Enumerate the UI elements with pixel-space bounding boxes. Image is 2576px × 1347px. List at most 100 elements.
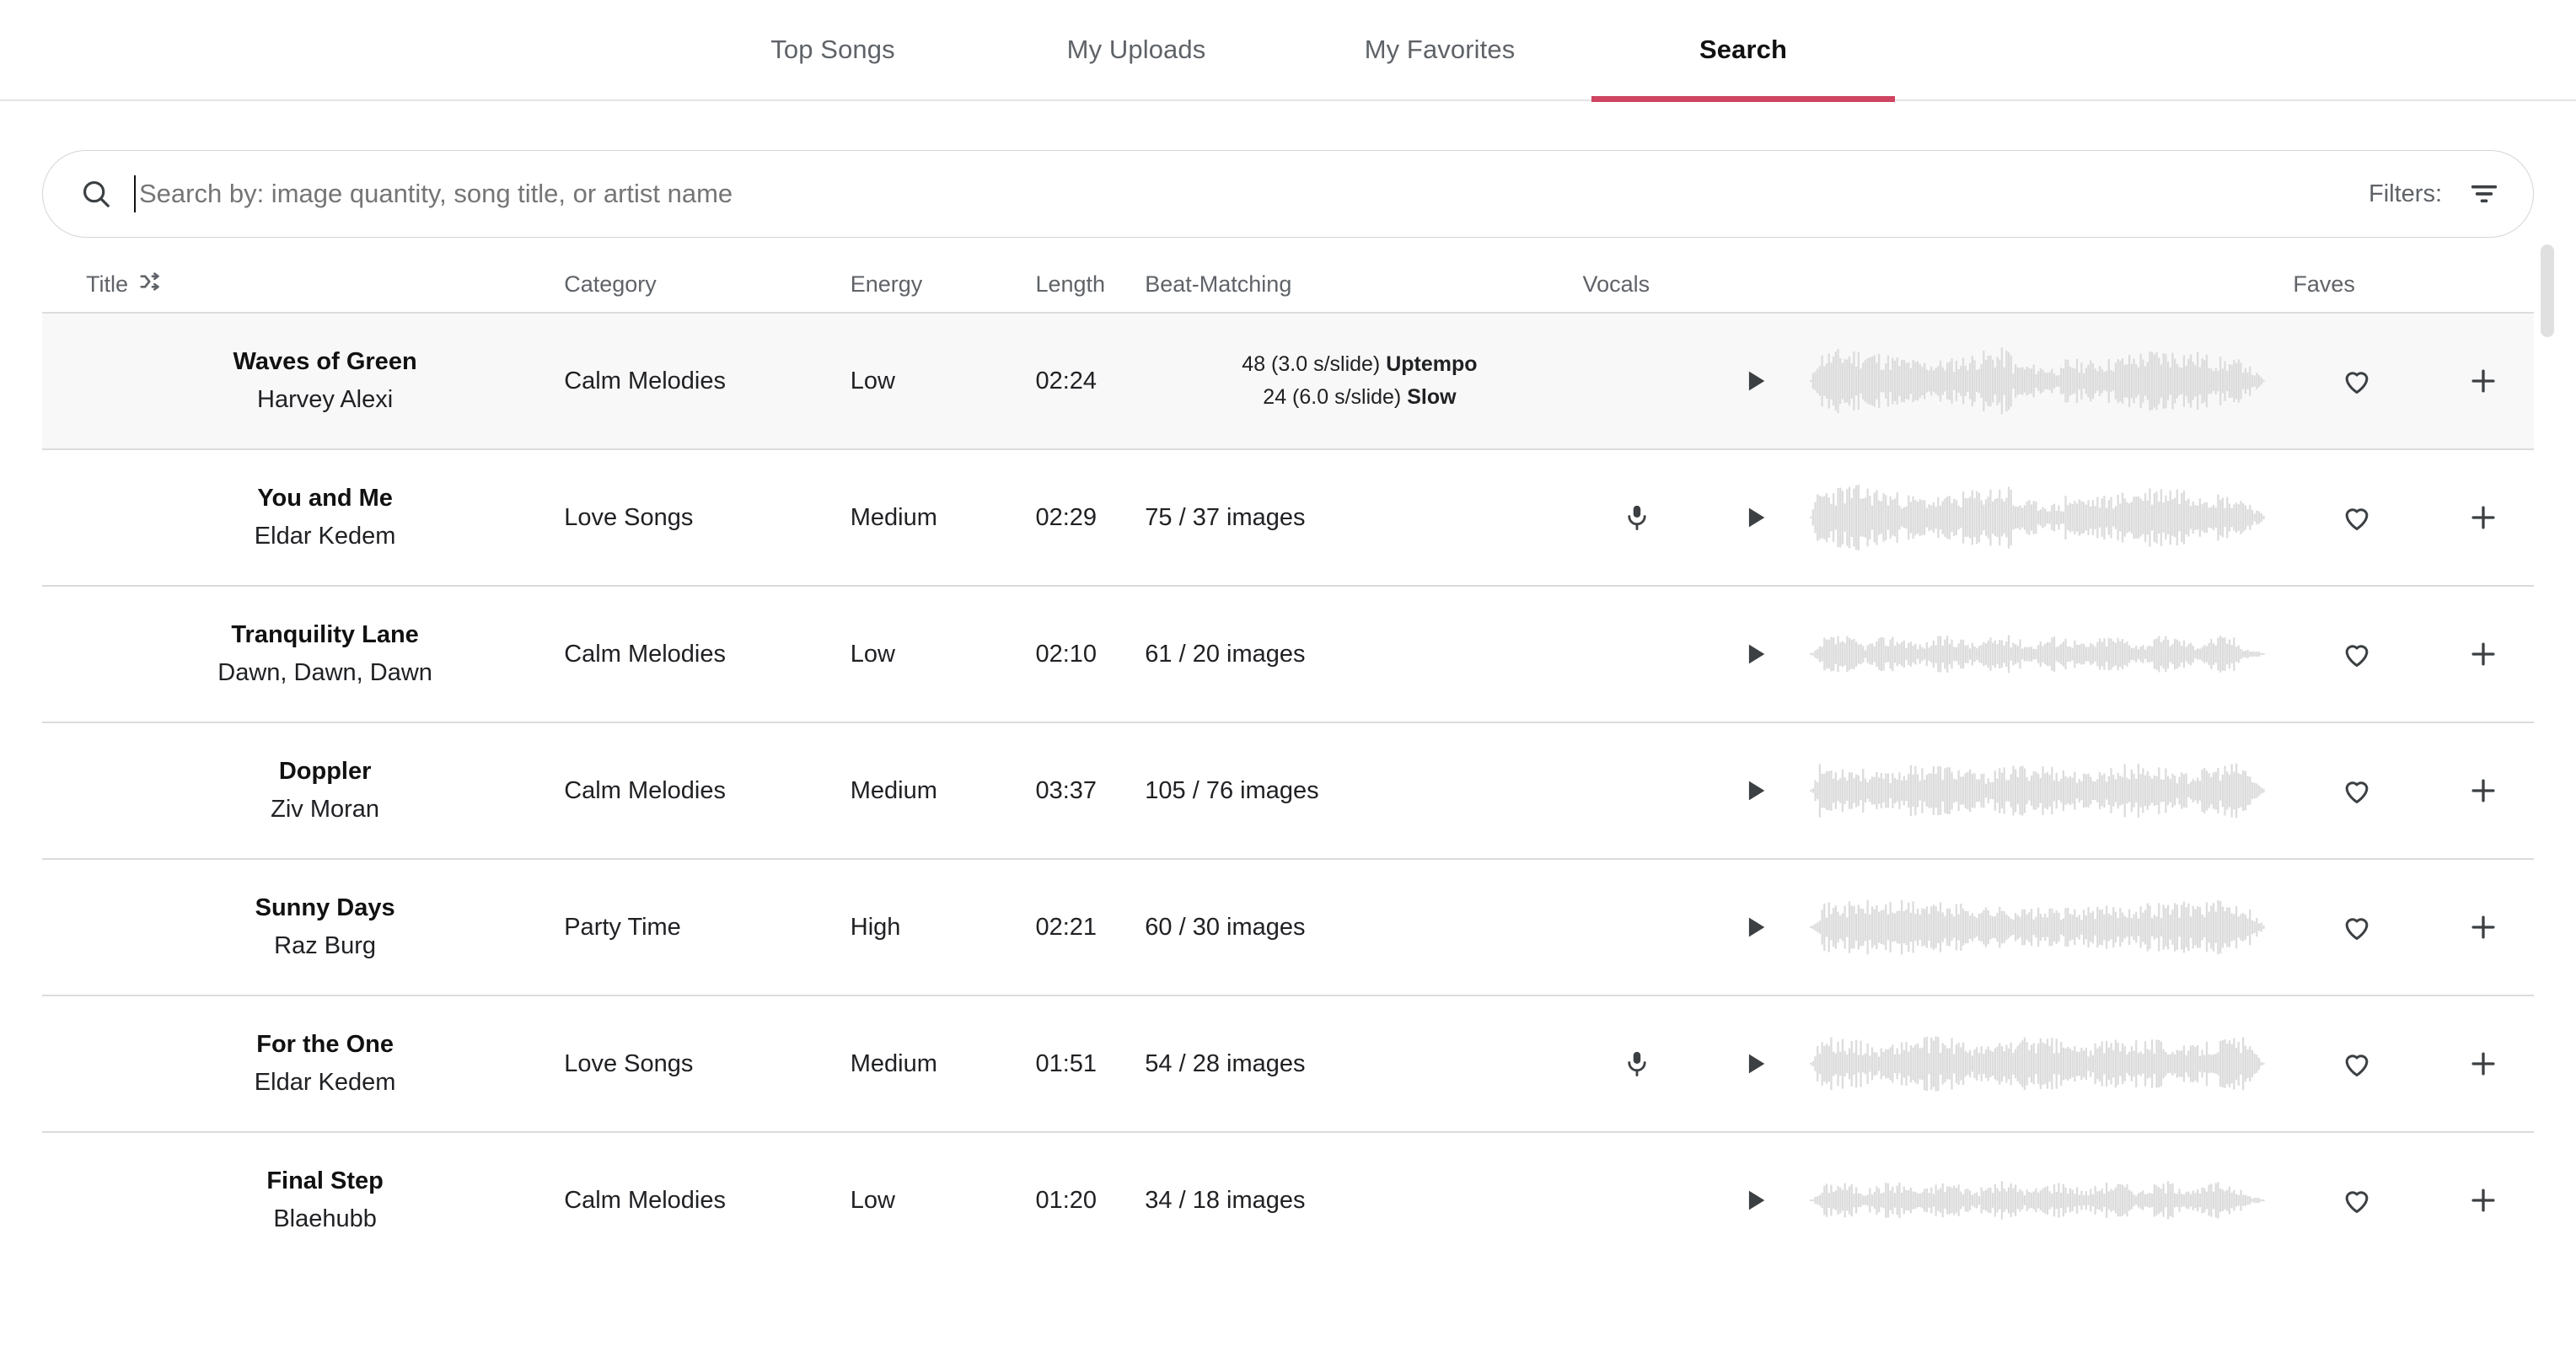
waveform-icon[interactable] bbox=[1810, 347, 2281, 415]
play-button[interactable] bbox=[1700, 503, 1810, 532]
add-to-playlist-button[interactable] bbox=[2433, 502, 2534, 534]
table-row[interactable]: You and Me Eldar Kedem Love Songs Medium 02:… bbox=[42, 448, 2534, 585]
waveform-icon[interactable] bbox=[1810, 1167, 2281, 1234]
tab-my-favorites[interactable]: My Favorites bbox=[1288, 0, 1591, 100]
heart-icon[interactable] bbox=[2341, 911, 2373, 943]
beat-matching-rate: 24 (6.0 s/slide) bbox=[1263, 385, 1408, 409]
play-icon[interactable] bbox=[1741, 367, 1769, 395]
column-header-length[interactable]: Length bbox=[1035, 271, 1145, 298]
waveform-icon[interactable] bbox=[1810, 757, 2281, 824]
play-icon[interactable] bbox=[1741, 776, 1769, 805]
song-length: 02:10 bbox=[1035, 640, 1097, 668]
table-row[interactable]: Tranquility Lane Dawn, Dawn, Dawn Calm Mel… bbox=[42, 585, 2534, 722]
add-to-playlist-button[interactable] bbox=[2433, 1184, 2534, 1216]
play-button[interactable] bbox=[1700, 640, 1810, 668]
favorite-button[interactable] bbox=[2281, 1048, 2433, 1080]
song-length: 02:29 bbox=[1035, 503, 1097, 531]
column-header-beat-matching[interactable]: Beat-Matching bbox=[1145, 271, 1574, 298]
plus-icon[interactable] bbox=[2467, 911, 2499, 943]
play-button[interactable] bbox=[1700, 1186, 1810, 1215]
tab-top-songs[interactable]: Top Songs bbox=[681, 0, 985, 100]
vertical-scrollbar[interactable] bbox=[2537, 238, 2556, 1182]
column-header-vocals[interactable]: Vocals bbox=[1575, 271, 1701, 298]
add-to-playlist-button[interactable] bbox=[2433, 365, 2534, 397]
plus-icon[interactable] bbox=[2467, 1048, 2499, 1080]
shuffle-icon[interactable] bbox=[138, 269, 164, 300]
waveform-icon[interactable] bbox=[1810, 894, 2281, 961]
play-button[interactable] bbox=[1700, 367, 1810, 395]
add-to-playlist-button[interactable] bbox=[2433, 775, 2534, 807]
plus-icon[interactable] bbox=[2467, 365, 2499, 397]
song-beat-matching: 61 / 20 images bbox=[1145, 640, 1306, 668]
search-input[interactable] bbox=[139, 179, 2369, 209]
play-button[interactable] bbox=[1700, 776, 1810, 805]
table-body: Waves of Green Harvey Alexi Calm Melodies L… bbox=[42, 312, 2534, 1256]
song-title-cell[interactable]: Tranquility Lane Dawn, Dawn, Dawn bbox=[42, 621, 564, 687]
waveform-icon[interactable] bbox=[1810, 620, 2281, 688]
song-length: 03:37 bbox=[1035, 776, 1097, 804]
search-icon bbox=[80, 178, 112, 210]
add-to-playlist-button[interactable] bbox=[2433, 911, 2534, 943]
favorite-button[interactable] bbox=[2281, 775, 2433, 807]
beat-matching-line: 48 (3.0 s/slide) Uptempo bbox=[1242, 352, 1477, 377]
favorite-button[interactable] bbox=[2281, 1184, 2433, 1216]
song-title-cell[interactable]: Doppler Ziv Moran bbox=[42, 758, 564, 824]
song-title-cell[interactable]: Sunny Days Raz Burg bbox=[42, 894, 564, 960]
song-title-cell[interactable]: Waves of Green Harvey Alexi bbox=[42, 348, 564, 414]
favorite-button[interactable] bbox=[2281, 365, 2433, 397]
scrollbar-thumb[interactable] bbox=[2541, 244, 2554, 337]
play-button[interactable] bbox=[1700, 913, 1810, 942]
beat-matching-line: 24 (6.0 s/slide) Slow bbox=[1263, 385, 1456, 410]
song-title-cell[interactable]: You and Me Eldar Kedem bbox=[42, 485, 564, 550]
column-header-faves[interactable]: Faves bbox=[2281, 271, 2433, 298]
plus-icon[interactable] bbox=[2467, 638, 2499, 670]
heart-icon[interactable] bbox=[2341, 638, 2373, 670]
filter-icon[interactable] bbox=[2467, 177, 2501, 211]
column-header-category[interactable]: Category bbox=[564, 271, 851, 298]
favorite-button[interactable] bbox=[2281, 911, 2433, 943]
waveform-icon[interactable] bbox=[1810, 1030, 2281, 1097]
table-row[interactable]: Sunny Days Raz Burg Party Time High 02:21 60 … bbox=[42, 858, 2534, 995]
song-title: Doppler bbox=[278, 758, 372, 785]
table-row[interactable]: Doppler Ziv Moran Calm Melodies Medium 03:37… bbox=[42, 722, 2534, 858]
heart-icon[interactable] bbox=[2341, 1184, 2373, 1216]
heart-icon[interactable] bbox=[2341, 502, 2373, 534]
song-title-cell[interactable]: For the One Eldar Kedem bbox=[42, 1031, 564, 1097]
play-icon[interactable] bbox=[1741, 1186, 1769, 1215]
play-icon[interactable] bbox=[1741, 503, 1769, 532]
plus-icon[interactable] bbox=[2467, 502, 2499, 534]
table-row[interactable]: Final Step Blaehubb Calm Melodies Low 01:20 3… bbox=[42, 1131, 2534, 1256]
favorite-button[interactable] bbox=[2281, 502, 2433, 534]
plus-icon[interactable] bbox=[2467, 1184, 2499, 1216]
plus-icon[interactable] bbox=[2467, 775, 2499, 807]
microphone-icon bbox=[1623, 501, 1651, 534]
heart-icon[interactable] bbox=[2341, 365, 2373, 397]
play-icon[interactable] bbox=[1741, 1049, 1769, 1078]
tab-search[interactable]: Search bbox=[1591, 0, 1895, 102]
table-row[interactable]: Waves of Green Harvey Alexi Calm Melodies L… bbox=[42, 312, 2534, 448]
column-header-energy[interactable]: Energy bbox=[851, 271, 1036, 298]
add-to-playlist-button[interactable] bbox=[2433, 638, 2534, 670]
add-to-playlist-button[interactable] bbox=[2433, 1048, 2534, 1080]
column-header-title[interactable]: Title bbox=[42, 269, 564, 300]
waveform-icon[interactable] bbox=[1810, 484, 2281, 551]
favorite-button[interactable] bbox=[2281, 638, 2433, 670]
play-icon[interactable] bbox=[1741, 913, 1769, 942]
song-artist: Dawn, Dawn, Dawn bbox=[217, 659, 432, 686]
song-artist: Raz Burg bbox=[274, 932, 377, 959]
song-energy: High bbox=[850, 913, 901, 941]
song-beat-matching: 75 / 37 images bbox=[1145, 503, 1306, 531]
song-title: Final Step bbox=[266, 1167, 384, 1194]
song-category: Calm Melodies bbox=[564, 776, 727, 804]
song-category: Calm Melodies bbox=[564, 1186, 727, 1214]
play-button[interactable] bbox=[1700, 1049, 1810, 1078]
tab-my-uploads[interactable]: My Uploads bbox=[985, 0, 1288, 100]
table-row[interactable]: For the One Eldar Kedem Love Songs Medium 01… bbox=[42, 995, 2534, 1131]
song-title: Waves of Green bbox=[233, 348, 417, 375]
song-artist: Eldar Kedem bbox=[254, 1069, 396, 1096]
heart-icon[interactable] bbox=[2341, 775, 2373, 807]
search-bar[interactable]: Filters: bbox=[42, 150, 2534, 238]
song-title-cell[interactable]: Final Step Blaehubb bbox=[42, 1167, 564, 1233]
heart-icon[interactable] bbox=[2341, 1048, 2373, 1080]
play-icon[interactable] bbox=[1741, 640, 1769, 668]
